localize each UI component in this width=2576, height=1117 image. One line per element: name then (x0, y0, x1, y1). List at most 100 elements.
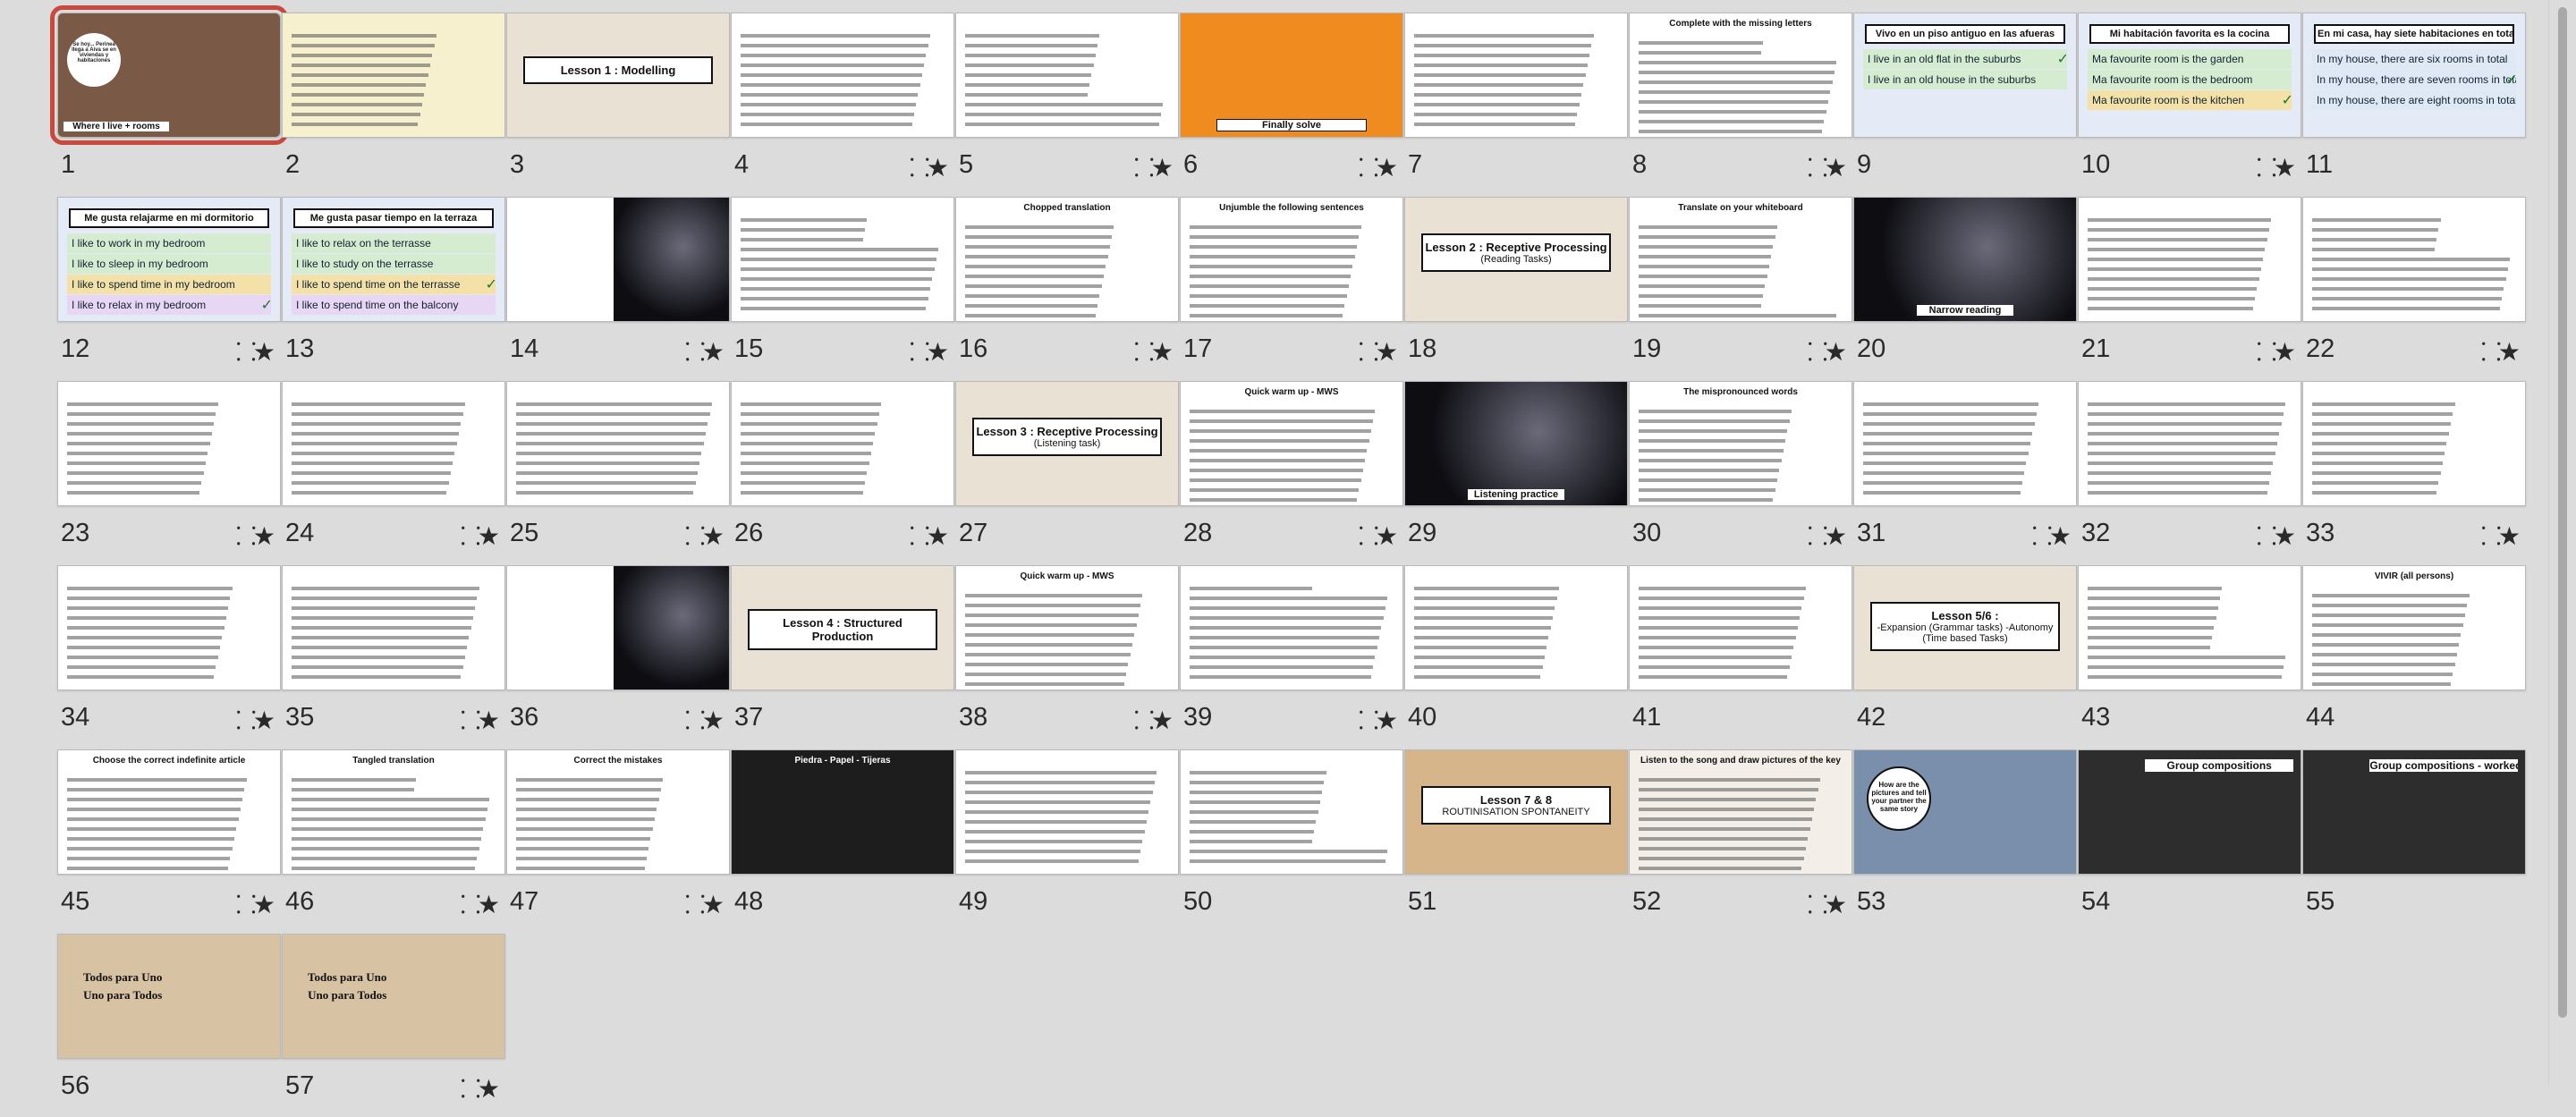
slide-thumbnail[interactable]: Correct the mistakes 47 ⸬★ (506, 749, 732, 933)
slide-preview[interactable]: Vivo en un piso antiguo en las afueras I … (1853, 13, 2077, 138)
slide-thumbnail[interactable]: 39 ⸬★ (1180, 565, 1405, 749)
slide-transition-star-icon[interactable]: ⸬★ (236, 334, 275, 368)
answer-option[interactable]: I like to relax on the terrasse (292, 233, 496, 253)
slide-thumbnail[interactable]: Lesson 5/6 : -Expansion (Grammar tasks) -… (1853, 565, 2079, 749)
slide-preview[interactable]: Group compositions (2078, 749, 2301, 875)
slide-thumbnail[interactable]: 40 (1404, 565, 1630, 749)
slide-transition-star-icon[interactable]: ⸬★ (910, 519, 949, 553)
slide-transition-star-icon[interactable]: ⸬★ (2257, 334, 2296, 368)
slide-thumbnail[interactable]: 22 ⸬★ (2302, 197, 2528, 380)
slide-preview[interactable]: Complete with the missing letters (1629, 13, 1852, 138)
slide-thumbnail[interactable]: Todos para Uno Uno para Todos 56 (57, 934, 283, 1117)
answer-option[interactable]: I live in an old flat in the suburbs (1863, 49, 2067, 69)
slide-thumbnail[interactable]: 50 (1180, 749, 1405, 933)
answer-option[interactable]: In my house, there are seven rooms in to… (2312, 70, 2516, 89)
slide-thumbnail[interactable]: Where I live + rooms Se hoy... Perinea ll… (50, 5, 288, 196)
slide-preview[interactable]: Todos para Uno Uno para Todos (57, 934, 281, 1059)
slide-transition-star-icon[interactable]: ⸬★ (685, 703, 724, 737)
slide-preview[interactable]: Quick warm up - MWS (955, 565, 1179, 690)
slide-preview[interactable]: How are the pictures and tell your partn… (1853, 749, 2077, 875)
slide-thumbnail[interactable]: 4 ⸬★ (731, 13, 956, 196)
slide-preview[interactable]: Me gusta pasar tiempo en la terraza I lik… (282, 197, 505, 322)
slide-preview[interactable] (955, 13, 1179, 138)
slide-thumbnail[interactable]: VIVIR (all persons) 44 (2302, 565, 2528, 749)
slide-preview[interactable] (2302, 197, 2526, 322)
slide-thumbnail[interactable]: Lesson 4 : Structured Production 37 (731, 565, 956, 749)
slide-transition-star-icon[interactable]: ⸬★ (1808, 519, 1847, 553)
slide-thumbnail[interactable]: 49 (955, 749, 1181, 933)
slide-preview[interactable] (282, 565, 505, 690)
slide-thumbnail[interactable]: Group compositions 54 (2078, 749, 2303, 933)
slide-thumbnail[interactable]: 33 ⸬★ (2302, 381, 2528, 564)
answer-option[interactable]: Ma favourite room is the bedroom (2088, 70, 2292, 89)
slide-thumbnail[interactable]: 21 ⸬★ (2078, 197, 2303, 380)
slide-thumbnail[interactable]: 34 ⸬★ (57, 565, 283, 749)
slide-thumbnail[interactable]: Mi habitación favorita es la cocina Ma fa… (2078, 13, 2303, 196)
slide-preview[interactable]: En mi casa, hay siete habitaciones en to… (2302, 13, 2526, 138)
slide-thumbnail[interactable]: Complete with the missing letters 8 ⸬★ (1629, 13, 1854, 196)
slide-preview[interactable]: Choose the correct indefinite article (57, 749, 281, 875)
slide-transition-star-icon[interactable]: ⸬★ (685, 887, 724, 921)
slide-preview[interactable]: Me gusta relajarme en mi dormitorio I lik… (57, 197, 281, 322)
slide-thumbnail[interactable]: Lesson 7 & 8 ROUTINISATION SPONTANEITY 51 (1404, 749, 1630, 933)
answer-option[interactable]: I like to spend time on the terrasse (292, 275, 496, 294)
slide-preview[interactable] (506, 381, 730, 506)
slide-thumbnail[interactable]: Todos para Uno Uno para Todos 57 ⸬★ (282, 934, 507, 1117)
slide-transition-star-icon[interactable]: ⸬★ (2032, 519, 2072, 553)
slide-preview[interactable] (57, 565, 281, 690)
slide-transition-star-icon[interactable]: ⸬★ (1808, 334, 1847, 368)
slide-preview[interactable]: Short time shadow-reading (506, 197, 730, 322)
slide-thumbnail[interactable]: 41 (1629, 565, 1854, 749)
slide-preview[interactable] (1853, 381, 2077, 506)
slide-thumbnail[interactable]: Unjumble the following sentences 17 ⸬★ (1180, 197, 1405, 380)
slide-thumbnail[interactable]: Me gusta relajarme en mi dormitorio I lik… (57, 197, 283, 380)
slide-thumbnail[interactable]: Quick warm up - MWS 28 ⸬★ (1180, 381, 1405, 564)
slide-preview[interactable] (1404, 13, 1628, 138)
slide-preview[interactable] (2078, 565, 2301, 690)
slide-preview[interactable] (2078, 197, 2301, 322)
slide-thumbnail[interactable]: Chopped translation 16 ⸬★ (955, 197, 1181, 380)
answer-option[interactable]: I like to spend time on the balcony (292, 295, 496, 315)
slide-thumbnail[interactable]: 43 (2078, 565, 2303, 749)
slide-thumbnail[interactable]: Lesson 3 : Receptive Processing (Listenin… (955, 381, 1181, 564)
slide-preview[interactable]: Group compositions - worked example: (2302, 749, 2526, 875)
slide-transition-star-icon[interactable]: ⸬★ (910, 334, 949, 368)
answer-option[interactable]: I like to study on the terrasse (292, 254, 496, 274)
slide-preview[interactable]: Lesson 4 : Structured Production (731, 565, 954, 690)
slide-preview[interactable]: Mi habitación favorita es la cocina Ma fa… (2078, 13, 2301, 138)
slide-thumbnail[interactable]: 5 ⸬★ (955, 13, 1181, 196)
slide-preview[interactable] (731, 381, 954, 506)
slide-preview[interactable]: Lesson 7 & 8 ROUTINISATION SPONTANEITY (1404, 749, 1628, 875)
slide-preview[interactable]: Todos para Uno Uno para Todos (282, 934, 505, 1059)
answer-option[interactable]: I like to sleep in my bedroom (67, 254, 271, 274)
slide-thumbnail[interactable]: Lesson 2 : Receptive Processing (Reading … (1404, 197, 1630, 380)
slide-thumbnail[interactable]: 2 (282, 13, 507, 196)
slide-transition-star-icon[interactable]: ⸬★ (2481, 519, 2521, 553)
answer-option[interactable]: Ma favourite room is the kitchen (2088, 90, 2292, 110)
slide-preview[interactable]: Lesson 5/6 : -Expansion (Grammar tasks) -… (1853, 565, 2077, 690)
slide-thumbnail[interactable]: 36 ⸬★ (506, 565, 732, 749)
slide-preview[interactable] (282, 13, 505, 138)
slide-transition-star-icon[interactable]: ⸬★ (1808, 150, 1847, 184)
slide-thumbnail[interactable]: Group compositions - worked example: 55 (2302, 749, 2528, 933)
slide-thumbnail[interactable]: Piedra - Papel - Tijeras 48 (731, 749, 956, 933)
slide-thumbnail[interactable]: Listen to the song and draw pictures of … (1629, 749, 1854, 933)
slide-preview[interactable]: Quick warm up - MWS (1180, 381, 1403, 506)
slide-preview[interactable]: Finally solve (1180, 13, 1403, 138)
slide-preview[interactable] (1180, 565, 1403, 690)
slide-thumbnail[interactable]: 32 ⸬★ (2078, 381, 2303, 564)
scrollbar-thumb[interactable] (2558, 7, 2567, 1018)
slide-preview[interactable] (506, 565, 730, 690)
slide-transition-star-icon[interactable]: ⸬★ (2257, 150, 2296, 184)
slide-transition-star-icon[interactable]: ⸬★ (461, 1071, 500, 1105)
slide-transition-star-icon[interactable]: ⸬★ (461, 519, 500, 553)
slide-transition-star-icon[interactable]: ⸬★ (1359, 150, 1398, 184)
slide-transition-star-icon[interactable]: ⸬★ (236, 519, 275, 553)
slide-preview[interactable]: VIVIR (all persons) (2302, 565, 2526, 690)
slide-preview[interactable]: Unjumble the following sentences (1180, 197, 1403, 322)
answer-option[interactable]: In my house, there are eight rooms in to… (2312, 90, 2516, 110)
slide-preview[interactable]: Translate on your whiteboard (1629, 197, 1852, 322)
vertical-scrollbar[interactable] (2548, 0, 2576, 1084)
slide-preview[interactable]: Correct the mistakes (506, 749, 730, 875)
slide-transition-star-icon[interactable]: ⸬★ (1134, 703, 1174, 737)
